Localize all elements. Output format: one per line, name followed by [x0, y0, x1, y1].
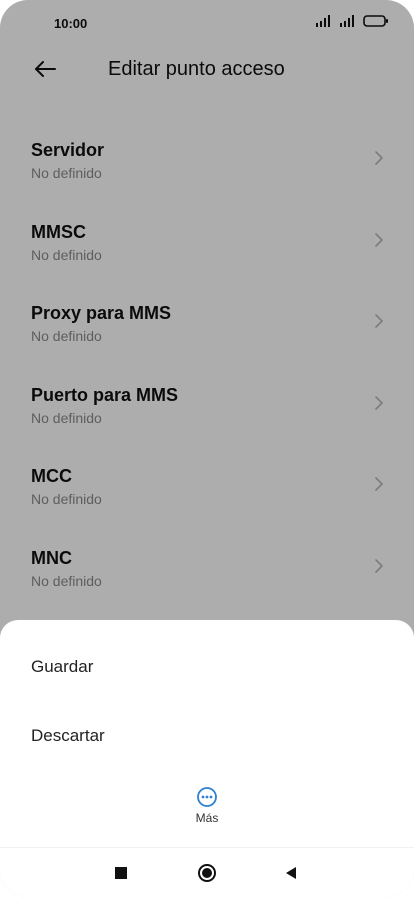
system-navigation-bar — [0, 847, 414, 897]
more-icon — [197, 787, 217, 807]
home-icon — [198, 864, 216, 882]
more-button[interactable]: Más — [186, 786, 228, 830]
discard-option[interactable]: Descartar — [31, 726, 105, 746]
recents-icon — [115, 867, 127, 879]
edit-access-point-page: 10:00 Editar punto acceso Servidor No de… — [0, 0, 414, 897]
back-nav-button[interactable] — [280, 862, 302, 884]
back-icon — [286, 867, 296, 879]
more-label: Más — [195, 811, 219, 825]
phone-screen: 10:00 Editar punto acceso Servidor No de… — [0, 0, 414, 897]
save-option[interactable]: Guardar — [31, 657, 93, 677]
recents-button[interactable] — [110, 862, 132, 884]
home-button[interactable] — [196, 862, 218, 884]
